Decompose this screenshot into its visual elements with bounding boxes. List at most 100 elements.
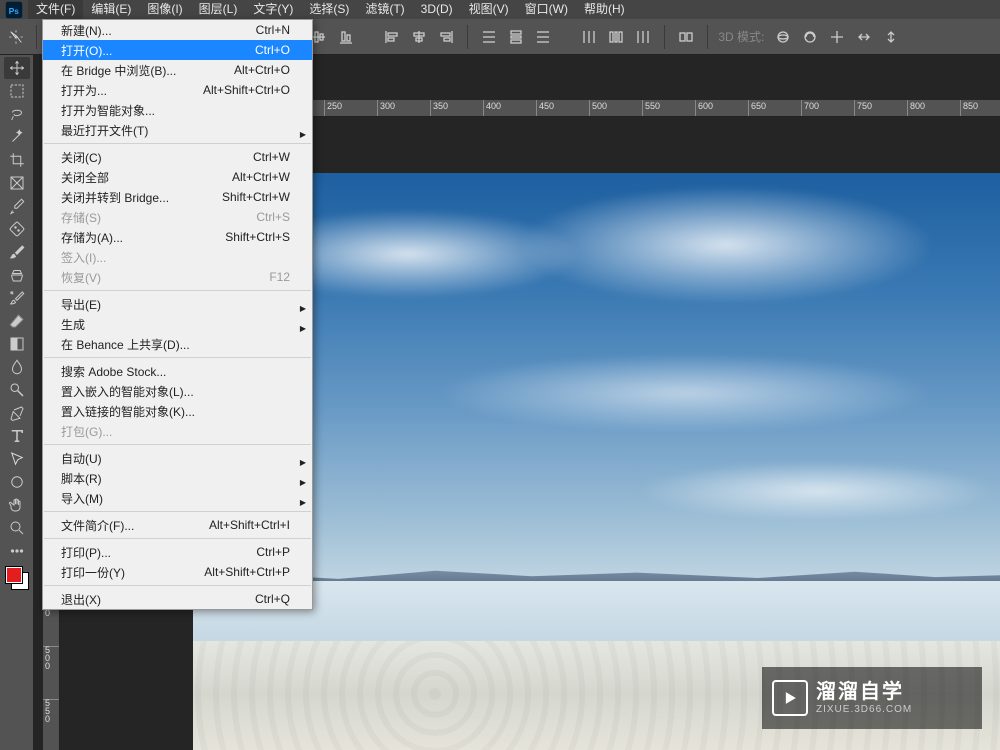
color-swatch[interactable]: [6, 567, 28, 589]
menu-filter[interactable]: 滤镜(T): [357, 0, 412, 19]
ruler-tick: 500: [589, 100, 590, 116]
eraser-tool-icon[interactable]: [4, 310, 30, 332]
menu-separator: [44, 357, 311, 358]
menu-separator: [44, 538, 311, 539]
zoom-tool-icon[interactable]: [4, 517, 30, 539]
hand-tool-icon[interactable]: [4, 494, 30, 516]
history-brush-tool-icon[interactable]: [4, 287, 30, 309]
menu-item[interactable]: 搜索 Adobe Stock...: [43, 361, 312, 381]
orbit-3d-icon[interactable]: [770, 25, 796, 49]
align-right-icon[interactable]: [433, 25, 459, 49]
menu-item-shortcut: Ctrl+P: [256, 545, 290, 559]
dist-hcenter-icon[interactable]: [603, 25, 629, 49]
zoom-3d-icon[interactable]: [878, 25, 904, 49]
ruler-tick: 750: [854, 100, 855, 116]
ruler-tick: 700: [801, 100, 802, 116]
dist-left-icon[interactable]: [576, 25, 602, 49]
gradient-tool-icon[interactable]: [4, 333, 30, 355]
menu-item-label: 存储为(A)...: [61, 229, 123, 246]
menu-item[interactable]: 置入链接的智能对象(K)...: [43, 401, 312, 421]
dist-right-icon[interactable]: [630, 25, 656, 49]
menu-image[interactable]: 图像(I): [139, 0, 190, 19]
menu-item[interactable]: 最近打开文件(T): [43, 120, 312, 140]
menu-item-label: 导出(E): [61, 296, 101, 313]
menu-item[interactable]: 打印(P)...Ctrl+P: [43, 542, 312, 562]
menu-item[interactable]: 新建(N)...Ctrl+N: [43, 20, 312, 40]
menu-item-shortcut: Alt+Ctrl+O: [234, 63, 290, 77]
lasso-tool-icon[interactable]: [4, 103, 30, 125]
document-canvas[interactable]: [193, 173, 1000, 750]
shape-tool-icon[interactable]: [4, 471, 30, 493]
cloud: [435, 353, 935, 433]
menu-item[interactable]: 导出(E): [43, 294, 312, 314]
dodge-tool-icon[interactable]: [4, 379, 30, 401]
menu-item[interactable]: 导入(M): [43, 488, 312, 508]
magic-wand-tool-icon[interactable]: [4, 126, 30, 148]
menu-item[interactable]: 文件简介(F)...Alt+Shift+Ctrl+I: [43, 515, 312, 535]
menu-item[interactable]: 打开(O)...Ctrl+O: [43, 40, 312, 60]
menu-view[interactable]: 视图(V): [461, 0, 517, 19]
menu-item[interactable]: 脚本(R): [43, 468, 312, 488]
auto-align-icon[interactable]: [673, 25, 699, 49]
blur-tool-icon[interactable]: [4, 356, 30, 378]
menu-item[interactable]: 在 Behance 上共享(D)...: [43, 334, 312, 354]
roll-3d-icon[interactable]: [797, 25, 823, 49]
menu-help[interactable]: 帮助(H): [576, 0, 633, 19]
dist-top-icon[interactable]: [476, 25, 502, 49]
eyedropper-tool-icon[interactable]: [4, 195, 30, 217]
ruler-tick: 250: [324, 100, 325, 116]
separator: [467, 25, 468, 49]
frame-tool-icon[interactable]: [4, 172, 30, 194]
menu-item[interactable]: 生成: [43, 314, 312, 334]
separator: [36, 25, 37, 49]
menu-item[interactable]: 关闭(C)Ctrl+W: [43, 147, 312, 167]
clone-stamp-tool-icon[interactable]: [4, 264, 30, 286]
menu-item-label: 脚本(R): [61, 470, 102, 487]
menu-item[interactable]: 关闭并转到 Bridge...Shift+Ctrl+W: [43, 187, 312, 207]
slide-3d-icon[interactable]: [851, 25, 877, 49]
current-tool-icon[interactable]: [4, 25, 28, 49]
menu-item-label: 存储(S): [61, 209, 101, 226]
ruler-tick: 500: [43, 646, 59, 647]
type-tool-icon[interactable]: [4, 425, 30, 447]
menu-type[interactable]: 文字(Y): [245, 0, 301, 19]
align-left-icon[interactable]: [379, 25, 405, 49]
menu-window[interactable]: 窗口(W): [517, 0, 576, 19]
menu-item-shortcut: Alt+Shift+Ctrl+P: [204, 565, 290, 579]
menu-item[interactable]: 打开为智能对象...: [43, 100, 312, 120]
brush-tool-icon[interactable]: [4, 241, 30, 263]
menu-item[interactable]: 存储为(A)...Shift+Ctrl+S: [43, 227, 312, 247]
menu-file[interactable]: 文件(F): [28, 0, 83, 19]
path-select-tool-icon[interactable]: [4, 448, 30, 470]
water: [193, 581, 1000, 641]
menu-item[interactable]: 置入嵌入的智能对象(L)...: [43, 381, 312, 401]
pen-tool-icon[interactable]: [4, 402, 30, 424]
align-bottom-icon[interactable]: [333, 25, 359, 49]
crop-tool-icon[interactable]: [4, 149, 30, 171]
menu-item[interactable]: 打印一份(Y)Alt+Shift+Ctrl+P: [43, 562, 312, 582]
dist-vcenter-icon[interactable]: [503, 25, 529, 49]
dist-bottom-icon[interactable]: [530, 25, 556, 49]
patch-tool-icon[interactable]: [4, 218, 30, 240]
menu-item[interactable]: 退出(X)Ctrl+Q: [43, 589, 312, 609]
menu-item[interactable]: 打开为...Alt+Shift+Ctrl+O: [43, 80, 312, 100]
play-icon: [772, 680, 808, 716]
edit-toolbar-icon[interactable]: [4, 540, 30, 562]
foreground-color[interactable]: [6, 567, 22, 583]
menu-item[interactable]: 关闭全部Alt+Ctrl+W: [43, 167, 312, 187]
menu-layer[interactable]: 图层(L): [191, 0, 246, 19]
pan-3d-icon[interactable]: [824, 25, 850, 49]
menu-edit[interactable]: 编辑(E): [83, 0, 139, 19]
align-hcenter-icon[interactable]: [406, 25, 432, 49]
ruler-tick: 600: [695, 100, 696, 116]
menu-select[interactable]: 选择(S): [301, 0, 357, 19]
marquee-tool-icon[interactable]: [4, 80, 30, 102]
menu-item-label: 退出(X): [61, 591, 101, 608]
menu-3d[interactable]: 3D(D): [413, 0, 461, 19]
menu-item[interactable]: 自动(U): [43, 448, 312, 468]
menu-item[interactable]: 在 Bridge 中浏览(B)...Alt+Ctrl+O: [43, 60, 312, 80]
ruler-tick: 550: [43, 699, 59, 700]
move-tool-icon[interactable]: [4, 57, 30, 79]
file-menu-dropdown: 新建(N)...Ctrl+N打开(O)...Ctrl+O在 Bridge 中浏览…: [42, 19, 313, 610]
menu-item-label: 关闭(C): [61, 149, 102, 166]
